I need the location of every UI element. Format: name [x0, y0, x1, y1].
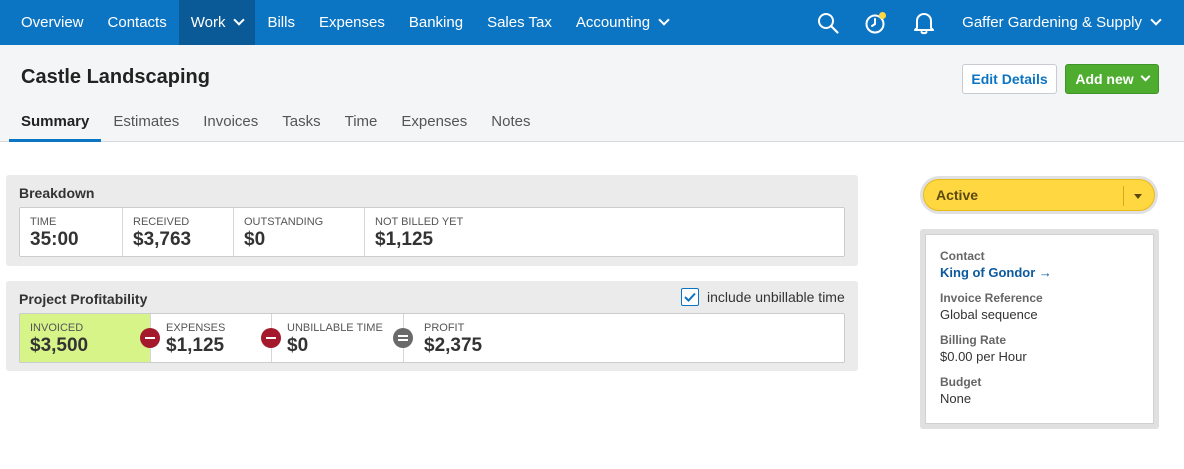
cell-value: $1,125 — [166, 335, 225, 356]
status-label: Active — [936, 187, 979, 203]
nav-accounting-label: Accounting — [575, 14, 651, 31]
breakdown-panel: Breakdown TIME 35:00 RECEIVED $3,763 OUT… — [6, 175, 858, 266]
budget-value: None — [940, 391, 972, 406]
project-details-card: Contact King of Gondor → Invoice Referen… — [920, 229, 1159, 429]
chevron-down-icon — [233, 14, 246, 26]
cell-label: TIME — [30, 216, 57, 228]
breakdown-not-billed: NOT BILLED YET $1,125 — [365, 208, 844, 256]
tab-notes[interactable]: Notes — [479, 101, 542, 142]
top-nav: Overview Contacts Work Bills Expenses Ba… — [0, 0, 1184, 45]
tab-summary[interactable]: Summary — [9, 101, 102, 142]
tab-time[interactable]: Time — [333, 101, 390, 142]
nav-right: Gaffer Gardening & Supply — [804, 0, 1184, 45]
search-icon[interactable] — [804, 0, 852, 45]
billing-rate-value: $0.00 per Hour — [940, 349, 1027, 364]
invoice-reference-value: Global sequence — [940, 307, 1038, 322]
cell-label: NOT BILLED YET — [375, 216, 464, 228]
tab-tasks[interactable]: Tasks — [270, 101, 332, 142]
cell-label: UNBILLABLE TIME — [287, 322, 383, 334]
cell-label: EXPENSES — [166, 322, 226, 334]
profitability-panel: Project Profitability include unbillable… — [6, 281, 858, 371]
nav-work[interactable]: Work — [178, 0, 256, 45]
caret-down-icon[interactable] — [1134, 194, 1142, 199]
status-dropdown[interactable]: Active — [920, 176, 1158, 214]
billing-rate-label: Billing Rate — [940, 333, 1007, 347]
profitability-title: Project Profitability — [19, 291, 148, 307]
breakdown-box: TIME 35:00 RECEIVED $3,763 OUTSTANDING $… — [19, 207, 845, 257]
checkbox-checked-icon[interactable] — [681, 288, 699, 306]
org-name: Gaffer Gardening & Supply — [962, 14, 1142, 31]
add-new-button[interactable]: Add new — [1065, 64, 1159, 94]
cell-value: $3,500 — [30, 335, 89, 356]
page-title: Castle Landscaping — [21, 66, 210, 88]
chevron-down-icon — [1140, 71, 1151, 82]
cell-label: RECEIVED — [133, 216, 190, 228]
chevron-down-icon — [1150, 14, 1162, 26]
contact-label: Contact — [940, 249, 985, 263]
cell-value: $2,375 — [424, 335, 483, 356]
project-tabs: Summary Estimates Invoices Tasks Time Ex… — [9, 101, 542, 142]
include-unbillable-checkbox[interactable]: include unbillable time — [681, 288, 845, 306]
add-new-label: Add new — [1075, 71, 1134, 87]
breakdown-title: Breakdown — [19, 185, 95, 201]
nav-bills[interactable]: Bills — [255, 0, 307, 45]
profit-unbillable: UNBILLABLE TIME $0 — [261, 314, 404, 362]
nav-overview[interactable]: Overview — [0, 0, 96, 45]
cell-value: $0 — [244, 229, 266, 250]
cell-value: $1,125 — [375, 229, 434, 250]
profit-profit: PROFIT $2,375 — [393, 314, 844, 362]
equals-icon — [393, 328, 413, 348]
tab-estimates[interactable]: Estimates — [101, 101, 191, 142]
project-header: Castle Landscaping Edit Details Add new … — [0, 45, 1184, 142]
minus-icon — [140, 328, 160, 348]
cell-value: $0 — [287, 335, 309, 356]
project-details-inner: Contact King of Gondor → Invoice Referen… — [925, 234, 1154, 424]
profit-invoiced: INVOICED $3,500 — [20, 314, 151, 362]
nav-work-label: Work — [190, 14, 226, 31]
cell-value: $3,763 — [133, 229, 192, 250]
nav-accounting[interactable]: Accounting — [564, 0, 680, 45]
profit-expenses: EXPENSES $1,125 — [140, 314, 272, 362]
status-pill[interactable]: Active — [923, 179, 1155, 211]
edit-details-button[interactable]: Edit Details — [962, 64, 1057, 94]
tab-invoices[interactable]: Invoices — [191, 101, 270, 142]
profitability-box: INVOICED $3,500 EXPENSES $1,125 UNBILLAB… — [19, 313, 845, 363]
minus-icon — [261, 328, 281, 348]
cell-label: INVOICED — [30, 322, 84, 334]
breakdown-outstanding: OUTSTANDING $0 — [234, 208, 365, 256]
budget-label: Budget — [940, 375, 982, 389]
contact-link[interactable]: King of Gondor → — [940, 265, 1139, 280]
invoice-reference-label: Invoice Reference — [940, 291, 1043, 305]
tab-expenses[interactable]: Expenses — [389, 101, 479, 142]
chevron-down-icon — [658, 14, 670, 26]
cell-label: PROFIT — [424, 322, 465, 334]
breakdown-time: TIME 35:00 — [20, 208, 123, 256]
nav-banking[interactable]: Banking — [397, 0, 475, 45]
breakdown-received: RECEIVED $3,763 — [123, 208, 234, 256]
nav-contacts[interactable]: Contacts — [96, 0, 179, 45]
nav-sales-tax[interactable]: Sales Tax — [475, 0, 564, 45]
checkbox-label: include unbillable time — [707, 289, 845, 305]
status-divider — [1123, 186, 1124, 206]
timer-icon[interactable] — [852, 0, 900, 45]
cell-label: OUTSTANDING — [244, 216, 324, 228]
nav-expenses[interactable]: Expenses — [307, 0, 397, 45]
bell-icon[interactable] — [900, 0, 948, 45]
cell-value: 35:00 — [30, 229, 79, 250]
org-switcher[interactable]: Gaffer Gardening & Supply — [948, 14, 1184, 31]
